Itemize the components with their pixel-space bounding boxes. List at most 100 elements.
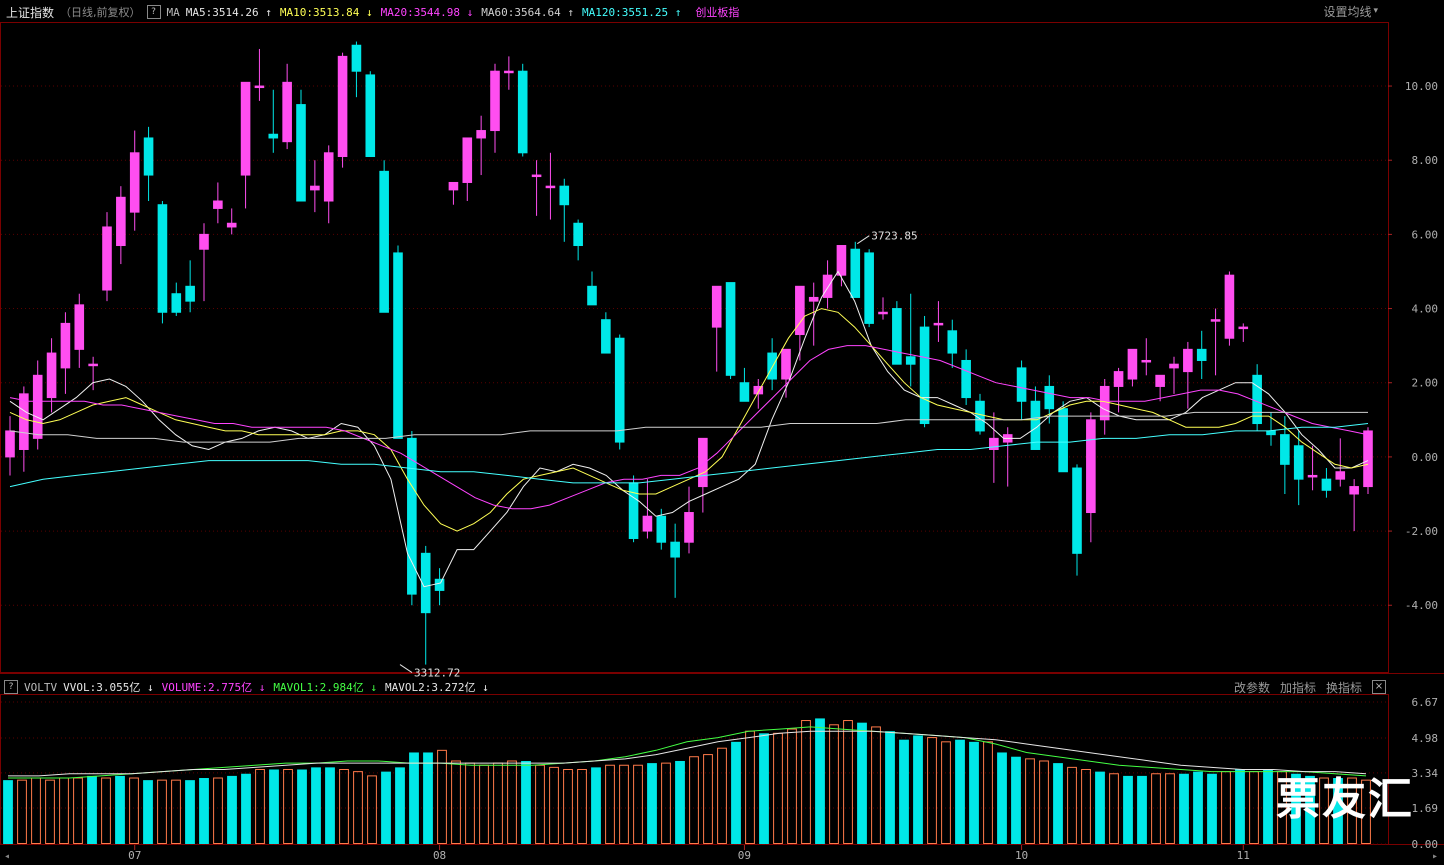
volume-bar [745,730,755,845]
x-tick-label: 07 [128,849,141,861]
price-panel-border [0,22,1389,673]
candle-body [725,282,736,376]
volume-bar [1109,773,1119,844]
volume-bar [647,763,657,844]
candle-body [1363,430,1373,488]
volume-bar [199,778,209,844]
index-title: 上证指数 [6,5,55,20]
volume-help-icon[interactable]: ? [4,680,18,694]
volume-bar [1067,766,1077,844]
candle-body [365,74,376,158]
volume-bar [157,779,167,845]
candle-body [656,515,667,543]
candle-body [199,233,209,250]
ma-indicator-3: MA60:3564.64 ↑ [481,5,575,19]
candle-body [587,285,597,306]
extreme-pointer [857,235,870,245]
add-indicator-button[interactable]: 加指标 [1280,679,1316,696]
candle-body [143,137,154,176]
candle-body [1293,445,1304,480]
price-tick-label: -2.00 [1405,525,1438,538]
extreme-pointer [399,664,413,673]
volume-bar [3,780,13,844]
volume-bar [1025,758,1035,844]
volume-bar [605,764,615,844]
candle-body [1210,319,1221,322]
candle-body [961,359,971,399]
volume-bar [801,720,811,844]
help-icon[interactable]: ? [146,5,161,19]
scroll-left-icon[interactable]: ◂ [4,851,10,862]
volume-bar [1137,775,1147,844]
change-params-button[interactable]: 改参数 [1234,679,1270,696]
index-subtitle: （日线,前复权） [60,6,141,19]
volume-bar [675,760,685,844]
candle-body [1349,486,1359,495]
compare-index-link[interactable]: 创业板指 [695,4,739,20]
volume-bar [871,726,881,845]
switch-indicator-button[interactable]: 换指标 [1326,679,1362,696]
volume-bar [563,769,573,844]
volume-bar [101,777,111,844]
candle-body [282,81,292,143]
volume-bar [395,767,405,844]
chart-svg[interactable]: 10.00 8.00 6.00 4.00 2.00 0.00 -2.00 -4.00 3723.… [0,0,1444,862]
volume-bar [297,769,307,844]
volume-bar [59,777,69,844]
ma-settings-button[interactable]: 设置均线 [1323,3,1371,20]
volume-bar [829,724,839,844]
volume-bar [269,769,279,844]
candle-body [1169,363,1179,369]
volume-tick-label: 3.34 [1412,767,1439,780]
candle-body [19,393,29,450]
volume-indicators: VVOL:3.055亿 ↓ VOLUME:2.775亿 ↓ MAVOL1:2.984… [63,679,497,695]
volume-ma-line-mavol2 [8,730,1367,777]
price-header: 上证指数 （日线,前复权） ? MA MA5:3514.26 ↑ MA10:351… [6,1,745,23]
volume-bar [325,767,335,844]
volume-bar [213,777,223,844]
candle-body [213,200,223,209]
volume-bar [689,756,699,845]
ma-line-ma120 [9,423,1369,488]
candle-body [573,222,583,247]
candle-body [975,400,985,432]
volume-bar [255,769,265,844]
candle-body [545,185,556,189]
volume-bar [521,760,531,844]
candle-body [351,44,362,72]
candle-body [531,174,542,178]
candle-body [1086,419,1096,514]
scroll-right-icon[interactable]: ▸ [1432,851,1438,862]
volume-bar [983,741,993,844]
candle-body [46,352,57,399]
volume-bar [423,752,433,844]
candle-body [157,204,168,313]
close-icon[interactable]: × [1372,680,1386,694]
volume-indicator-name: VOLTV [24,680,58,694]
candle-body [781,348,791,380]
volume-tick-label: 4.98 [1412,732,1439,745]
volume-bar [507,760,517,844]
candle-body [836,245,847,276]
candle-body [226,222,237,228]
volume-indicator-2: MAVOL1:2.984亿 ↓ [273,681,378,694]
volume-bar [591,767,601,844]
volume-bar [185,780,195,844]
candle-body [905,356,916,365]
volume-bar [619,764,629,844]
candle-body [88,363,98,367]
candle-body [60,322,71,369]
candle-body [337,55,348,158]
candle-body [102,226,112,291]
volume-bar [283,769,293,844]
candle-body [864,252,874,324]
candle-body [296,104,306,202]
candle-body [462,137,473,183]
chevron-down-icon[interactable]: ▾ [1373,6,1378,16]
candle-body [642,515,653,532]
candle-body [1183,348,1193,373]
volume-bar [1095,771,1105,844]
ma-indicator-1: MA10:3513.84 ↓ [279,5,373,19]
candle-body [739,382,750,402]
candle-body [1266,430,1276,436]
